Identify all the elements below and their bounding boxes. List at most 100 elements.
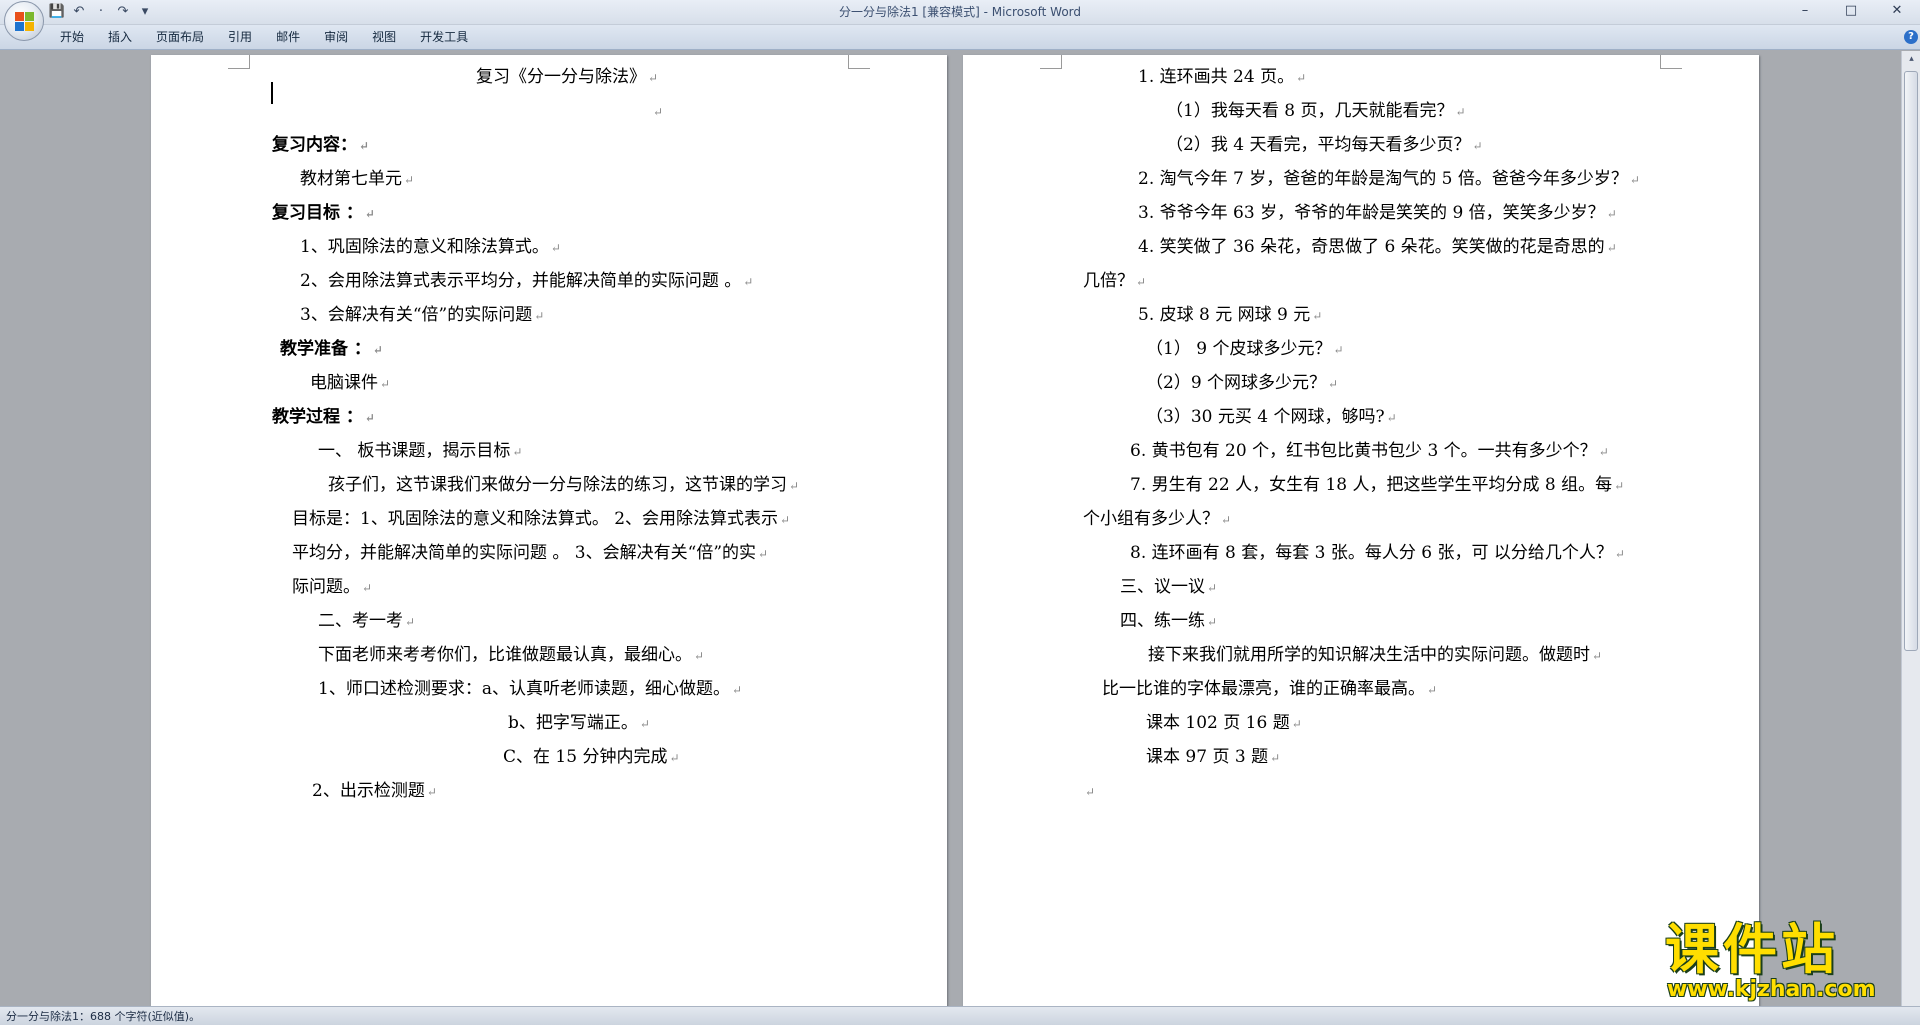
paragraph-mark-icon: ↵ xyxy=(653,105,664,119)
paragraph-line[interactable]: 比一比谁的字体最漂亮，谁的正确率最高。 ↵ xyxy=(1102,677,1437,701)
paragraph-text: 2、出示检测题 xyxy=(312,781,425,801)
paragraph-line[interactable]: 4. 笑笑做了 36 朵花，奇思做了 6 朵花。笑笑做的花是奇思的 ↵ xyxy=(1138,235,1617,259)
scrollbar-thumb[interactable] xyxy=(1904,71,1918,651)
save-icon[interactable]: 💾 xyxy=(48,3,66,21)
paragraph-line[interactable]: 复习内容： ↵ xyxy=(272,133,369,157)
paragraph-text: 1、师口述检测要求：a、认真听老师读题，细心做题。 xyxy=(318,679,730,699)
paragraph-text: b、把字写端正。 xyxy=(508,713,638,733)
paragraph-line[interactable]: 接下来我们就用所学的知识解决生活中的实际问题。做题时 ↵ xyxy=(1148,643,1602,667)
paragraph-line[interactable]: 3. 爷爷今年 63 岁，爷爷的年龄是笑笑的 9 倍，笑笑多少岁？ ↵ xyxy=(1138,201,1617,225)
paragraph-line[interactable]: 教学过程 ： ↵ xyxy=(272,405,375,429)
close-button[interactable]: ✕ xyxy=(1874,0,1920,22)
paragraph-mark-icon: ↵ xyxy=(648,71,659,85)
paragraph-line[interactable]: 5. 皮球 8 元 网球 9 元 ↵ xyxy=(1138,303,1322,327)
paragraph-line[interactable]: 几倍？ ↵ xyxy=(1083,269,1146,293)
paragraph-mark-icon: ↵ xyxy=(1427,683,1438,697)
paragraph-mark-icon: ↵ xyxy=(534,309,545,323)
paragraph-text: 二、考一考 xyxy=(318,611,403,631)
paragraph-line[interactable]: 二、考一考 ↵ xyxy=(318,609,415,633)
minimize-button[interactable]: – xyxy=(1782,0,1828,22)
paragraph-line[interactable]: 1、巩固除法的意义和除法算式。 ↵ xyxy=(300,235,561,259)
paragraph-line[interactable]: 1. 连环画共 24 页。 ↵ xyxy=(1138,65,1306,89)
ruler-toggle-icon[interactable]: ▴ xyxy=(1903,51,1920,67)
paragraph-line[interactable]: 三、议一议 ↵ xyxy=(1120,575,1217,599)
paragraph-line[interactable]: （2）9 个网球多少元？ ↵ xyxy=(1146,371,1338,395)
paragraph-line[interactable]: 2、会用除法算式表示平均分，并能解决简单的实际问题 。 ↵ xyxy=(300,269,753,293)
paragraph-mark-icon: ↵ xyxy=(364,207,375,221)
paragraph-text: 个小组有多少人？ xyxy=(1083,509,1219,529)
tab-home[interactable]: 开始 xyxy=(48,25,96,50)
tab-page-layout[interactable]: 页面布局 xyxy=(144,25,216,50)
paragraph-line[interactable]: 际问题。 ↵ xyxy=(292,575,372,599)
paragraph-line[interactable]: 教学准备 ： ↵ xyxy=(280,337,383,361)
paragraph-line[interactable]: ↵ xyxy=(651,99,663,123)
paragraph-mark-icon: ↵ xyxy=(404,173,415,187)
paragraph-mark-icon: ↵ xyxy=(1085,785,1096,799)
paragraph-line[interactable]: 课本 97 页 3 题 ↵ xyxy=(1146,745,1280,769)
paragraph-line[interactable]: 下面老师来考考你们，比谁做题最认真，最细心。 ↵ xyxy=(318,643,704,667)
paragraph-text: 平均分，并能解决简单的实际问题 。 3、会解决有关“倍”的实 xyxy=(292,543,757,563)
paragraph-line[interactable]: 7. 男生有 22 人，女生有 18 人，把这些学生平均分成 8 组。每 ↵ xyxy=(1130,473,1624,497)
paragraph-line[interactable]: 复习目标 ： ↵ xyxy=(272,201,375,225)
tab-review[interactable]: 审阅 xyxy=(312,25,360,50)
paragraph-line[interactable]: 复习《分一分与除法》 ↵ xyxy=(476,65,658,89)
paragraph-line[interactable]: 2. 淘气今年 7 岁，爸爸的年龄是淘气的 5 倍。爸爸今年多少岁？ ↵ xyxy=(1138,167,1640,191)
paragraph-line[interactable]: b、把字写端正。 ↵ xyxy=(508,711,650,735)
tab-mailings[interactable]: 邮件 xyxy=(264,25,312,50)
paragraph-line[interactable]: （2）我 4 天看完，平均每天看多少页？ ↵ xyxy=(1166,133,1483,157)
customize-qat-icon[interactable]: ▾ xyxy=(136,3,154,21)
paragraph-text: 几倍？ xyxy=(1083,271,1134,291)
paragraph-mark-icon: ↵ xyxy=(789,479,800,493)
paragraph-line[interactable]: 课本 102 页 16 题 ↵ xyxy=(1146,711,1302,735)
paragraph-mark-icon: ↵ xyxy=(694,649,705,663)
vertical-scrollbar[interactable]: ▴ xyxy=(1901,51,1920,1006)
watermark-logo-text: 课件站 xyxy=(1665,918,1839,981)
undo-icon[interactable]: ↶ xyxy=(70,3,88,21)
paragraph-line[interactable]: C、在 15 分钟内完成 ↵ xyxy=(503,745,680,769)
paragraph-text: 一、 板书课题，揭示目标 xyxy=(318,441,511,461)
redo-icon[interactable]: ↷ xyxy=(114,3,132,21)
paragraph-line[interactable]: 1、师口述检测要求：a、认真听老师读题，细心做题。 ↵ xyxy=(318,677,742,701)
document-area[interactable]: 复习《分一分与除法》 ↵ ↵ 复习内容： ↵ 教材第七单元 ↵ 复习目标 ： ↵ 1、巩固除法的意… xyxy=(0,51,1901,1006)
paragraph-mark-icon: ↵ xyxy=(1207,615,1218,629)
paragraph-line[interactable]: 四、练一练 ↵ xyxy=(1120,609,1217,633)
undo-dropdown-icon[interactable]: · xyxy=(92,3,110,21)
paragraph-line[interactable]: 3、会解决有关“倍”的实际问题 ↵ xyxy=(300,303,544,327)
paragraph-line[interactable]: 平均分，并能解决简单的实际问题 。 3、会解决有关“倍”的实 ↵ xyxy=(292,541,768,565)
office-button[interactable] xyxy=(4,1,44,41)
paragraph-line[interactable]: （1）我每天看 8 页，几天就能看完？ ↵ xyxy=(1166,99,1466,123)
paragraph-line[interactable]: ↵ xyxy=(1083,779,1095,803)
paragraph-line[interactable]: 2、出示检测题 ↵ xyxy=(312,779,437,803)
paragraph-line[interactable]: 个小组有多少人？ ↵ xyxy=(1083,507,1231,531)
paragraph-line[interactable]: 教材第七单元 ↵ xyxy=(300,167,414,191)
paragraph-line[interactable]: 一、 板书课题，揭示目标 ↵ xyxy=(318,439,522,463)
tab-insert[interactable]: 插入 xyxy=(96,25,144,50)
ribbon-tabs: 开始 插入 页面布局 引用 邮件 审阅 视图 开发工具 xyxy=(48,25,480,50)
margin-corner-mark xyxy=(228,55,250,69)
tab-view[interactable]: 视图 xyxy=(360,25,408,50)
paragraph-mark-icon: ↵ xyxy=(1328,377,1339,391)
paragraph-text: 教学准备 ： xyxy=(280,339,371,359)
paragraph-line[interactable]: （3）30 元买 4 个网球，够吗? ↵ xyxy=(1146,405,1397,429)
paragraph-line[interactable]: （1） 9 个皮球多少元？ ↵ xyxy=(1146,337,1344,361)
paragraph-mark-icon: ↵ xyxy=(780,513,791,527)
paragraph-line[interactable]: 孩子们，这节课我们来做分一分与除法的练习，这节课的学习 ↵ xyxy=(328,473,799,497)
paragraph-mark-icon: ↵ xyxy=(1606,207,1617,221)
paragraph-text: 际问题。 xyxy=(292,577,360,597)
tab-developer[interactable]: 开发工具 xyxy=(408,25,480,50)
paragraph-line[interactable]: 6. 黄书包有 20 个，红书包比黄书包少 3 个。一共有多少个？ ↵ xyxy=(1130,439,1609,463)
maximize-button[interactable]: □ xyxy=(1828,0,1874,22)
paragraph-line[interactable]: 目标是：1、巩固除法的意义和除法算式。 2、会用除法算式表示 ↵ xyxy=(292,507,790,531)
paragraph-line[interactable]: 8. 连环画有 8 套，每套 3 张。每人分 6 张，可 以分给几个人？ ↵ xyxy=(1130,541,1625,565)
tab-references[interactable]: 引用 xyxy=(216,25,264,50)
paragraph-text: 电脑课件 xyxy=(310,373,378,393)
paragraph-mark-icon: ↵ xyxy=(512,445,523,459)
paragraph-line[interactable]: 电脑课件 ↵ xyxy=(310,371,390,395)
paragraph-text: 5. 皮球 8 元 网球 9 元 xyxy=(1138,305,1311,325)
text-cursor xyxy=(271,82,273,104)
paragraph-mark-icon: ↵ xyxy=(1312,309,1323,323)
help-icon[interactable]: ? xyxy=(1904,30,1918,44)
word-count-status[interactable]: 分一分与除法1：688 个字符(近似值)。 xyxy=(6,1007,200,1025)
paragraph-mark-icon: ↵ xyxy=(669,751,680,765)
paragraph-text: C、在 15 分钟内完成 xyxy=(503,747,668,767)
